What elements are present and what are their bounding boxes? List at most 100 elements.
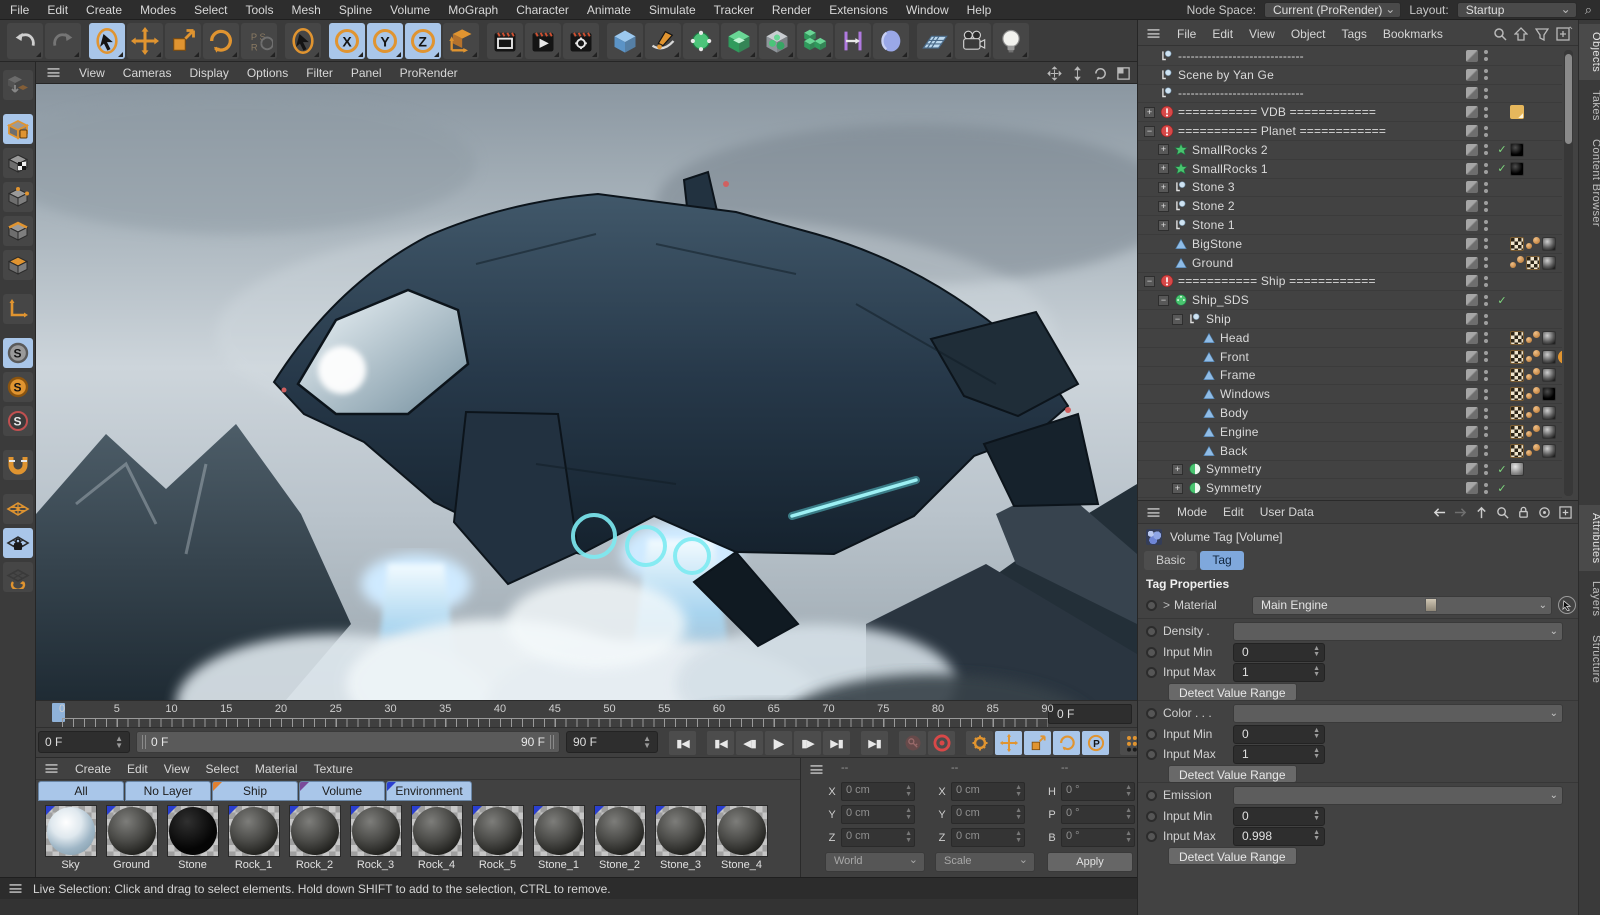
anim-dot[interactable] [1146, 666, 1157, 678]
history-forward-icon[interactable] [1454, 506, 1467, 519]
object-row-head[interactable]: Head [1138, 329, 1562, 348]
timeline-ruler[interactable]: 0 F 0 5 10 15 20 25 30 35 40 45 50 55 60 65 70 75 80 85 90 [36, 700, 1137, 727]
om-menu-object[interactable]: Object [1291, 27, 1326, 41]
sphere-tag-icon[interactable] [1542, 349, 1556, 364]
prev-key-button[interactable]: ▮◀ [707, 731, 734, 755]
layer-toggle-icon[interactable] [1466, 482, 1478, 495]
layer-toggle-icon[interactable] [1466, 294, 1478, 307]
coord-field[interactable]: 0 cm ▲ ▼ [841, 782, 915, 801]
menu-select[interactable]: Select [194, 3, 227, 17]
layer-toggle-icon[interactable] [1466, 313, 1478, 326]
status-menu-icon[interactable] [9, 884, 22, 893]
object-row-smallrocks-2[interactable]: + SmallRocks 2 ✓ [1138, 141, 1562, 160]
checker-tag-icon[interactable] [1510, 406, 1524, 421]
dolly-view-icon[interactable] [1070, 65, 1085, 81]
layer-toggle-icon[interactable] [1466, 125, 1478, 138]
layer-toggle-icon[interactable] [1466, 331, 1478, 344]
material-combo[interactable]: Main Engine ⌄ [1252, 595, 1553, 615]
viewport-canvas[interactable] [36, 84, 1137, 700]
visibility-dots-icon[interactable] [1480, 200, 1492, 212]
play-button[interactable]: ▶ [765, 731, 792, 755]
material-menu-create[interactable]: Create [75, 762, 111, 776]
dots-tag-icon[interactable] [1526, 424, 1540, 439]
mograph-button[interactable] [835, 22, 871, 59]
lock-workplane-button[interactable] [2, 528, 33, 558]
material-item[interactable]: Stone [162, 805, 223, 871]
attr-menu-edit[interactable]: Edit [1223, 505, 1244, 519]
attr-tab-tag[interactable]: Tag [1200, 551, 1244, 570]
sphere-gray-tag-icon[interactable] [1510, 462, 1524, 477]
layer-toggle-icon[interactable] [1466, 181, 1478, 194]
expand-icon[interactable]: + [1158, 219, 1169, 231]
checker-tag-icon[interactable] [1510, 424, 1524, 439]
current-frame-field[interactable]: 0 F [1048, 704, 1132, 724]
coord-mode-select[interactable]: Scale [935, 852, 1035, 872]
detect-value-range-button[interactable]: Detect Value Range [1168, 847, 1297, 865]
coord-space-select[interactable]: World [825, 852, 925, 872]
menu-mograph[interactable]: MoGraph [448, 3, 498, 17]
next-key-button[interactable]: ▶▮ [823, 731, 850, 755]
viewport-menu-filter[interactable]: Filter [306, 66, 333, 80]
coord-field[interactable]: 0 ° ▲ ▼ [1061, 828, 1135, 847]
visibility-dots-icon[interactable] [1480, 369, 1492, 381]
generator-button[interactable] [721, 22, 757, 59]
visibility-dots-icon[interactable] [1480, 238, 1492, 250]
snap-settings-button[interactable]: S [2, 406, 33, 436]
menu-window[interactable]: Window [906, 3, 949, 17]
render-picture-viewer-button[interactable] [525, 22, 561, 59]
expand-icon[interactable]: + [1172, 482, 1183, 494]
axis-y-button[interactable]: Y [367, 22, 403, 59]
visibility-dots-icon[interactable] [1480, 181, 1492, 193]
dots-tag-icon[interactable] [1526, 368, 1540, 382]
anim-dot[interactable] [1146, 625, 1157, 637]
collapse-icon[interactable]: − [1172, 313, 1183, 325]
menu-file[interactable]: File [10, 3, 29, 17]
layer-toggle-icon[interactable] [1466, 49, 1478, 62]
visibility-dots-icon[interactable] [1480, 445, 1492, 457]
sphere-tag-icon[interactable] [1542, 236, 1556, 251]
attribute-menu-icon[interactable] [1147, 507, 1160, 517]
panel-tab-structure[interactable]: Structure [1579, 627, 1600, 691]
viewport-menu-view[interactable]: View [79, 66, 105, 80]
material-item[interactable]: Rock_3 [345, 805, 406, 871]
visibility-dots-icon[interactable] [1480, 125, 1492, 137]
layer-toggle-icon[interactable] [1466, 425, 1478, 438]
undo-button[interactable] [7, 22, 43, 59]
object-row-stone-1[interactable]: + Stone 1 [1138, 216, 1562, 235]
range-grip-right[interactable] [550, 735, 554, 749]
layer-tab-no-layer[interactable]: No Layer [125, 781, 211, 801]
material-item[interactable]: Ground [101, 805, 162, 871]
checker-tag-icon[interactable] [1510, 387, 1524, 402]
attr-tab-basic[interactable]: Basic [1144, 551, 1198, 570]
object-row-ground[interactable]: Ground [1138, 254, 1562, 273]
attr-menu-user-data[interactable]: User Data [1260, 505, 1314, 519]
goto-start-button[interactable]: ▮◀ [669, 731, 696, 755]
sphere-black-tag-icon[interactable] [1510, 161, 1524, 176]
object-manager-menu-icon[interactable] [1147, 29, 1160, 38]
checker-tag-icon[interactable] [1526, 255, 1540, 270]
dots-tag-icon[interactable] [1526, 387, 1540, 401]
layer-toggle-icon[interactable] [1466, 275, 1478, 288]
floor-button[interactable] [917, 22, 953, 59]
layer-toggle-icon[interactable] [1466, 87, 1478, 100]
object-row-bigstone[interactable]: BigStone [1138, 235, 1562, 254]
enabled-check-icon[interactable]: ✓ [1494, 162, 1510, 175]
om-filter-icon[interactable] [1535, 27, 1549, 41]
axis-x-button[interactable]: X [329, 22, 365, 59]
material-thumb-rock_3[interactable] [349, 805, 402, 857]
coordinates-menu-icon[interactable] [810, 765, 823, 774]
object-row-back[interactable]: Back [1138, 442, 1562, 461]
material-item[interactable]: Rock_1 [223, 805, 284, 871]
material-item[interactable]: Sky [40, 805, 101, 871]
object-row--planet-[interactable]: − =========== Planet ============ [1138, 122, 1562, 141]
volume-builder-button[interactable] [759, 22, 795, 59]
input-max-field[interactable]: 1 ▲ ▼ [1233, 744, 1325, 764]
lock-icon[interactable] [1517, 506, 1530, 519]
layer-toggle-icon[interactable] [1466, 237, 1478, 250]
object-row--[interactable]: ------------------------------ [1138, 85, 1562, 104]
material-item[interactable]: Stone_3 [650, 805, 711, 871]
layer-toggle-icon[interactable] [1466, 68, 1478, 81]
material-item[interactable]: Rock_5 [467, 805, 528, 871]
object-row--vdb-[interactable]: + =========== VDB ============ [1138, 103, 1562, 123]
keyframe-settings-button[interactable] [966, 731, 993, 755]
